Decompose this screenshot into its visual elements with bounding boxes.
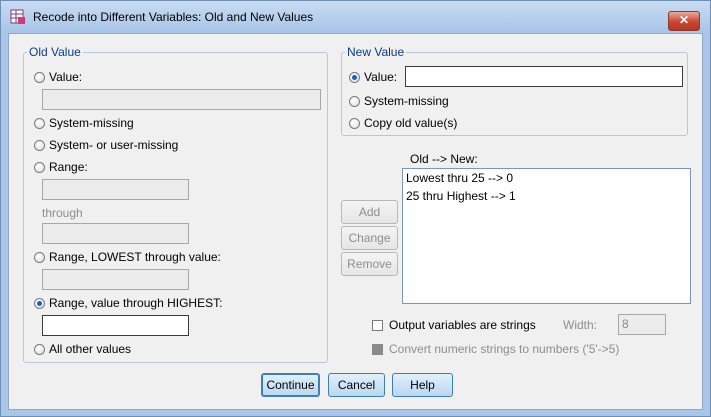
old-new-list[interactable]: Lowest thru 25 --> 0 25 thru Highest -->… — [402, 168, 691, 304]
old-system-missing-option[interactable]: System-missing — [34, 115, 134, 131]
range-highest-input[interactable] — [42, 315, 189, 336]
new-value-legend: New Value — [345, 45, 407, 59]
old-value-group: Old Value Value: System-missing System- … — [23, 45, 328, 363]
output-strings-option[interactable]: Output variables are strings — [372, 317, 536, 333]
old-all-other-radio[interactable] — [34, 343, 45, 355]
old-value-option[interactable]: Value: — [34, 69, 82, 85]
old-range-option[interactable]: Range: — [34, 159, 88, 175]
output-strings-checkbox[interactable] — [372, 319, 383, 331]
list-item[interactable]: Lowest thru 25 --> 0 — [403, 169, 690, 187]
range-highest-input-value — [43, 318, 46, 332]
old-range-highest-option[interactable]: Range, value through HIGHEST: — [34, 295, 222, 311]
width-input-value: 8 — [622, 317, 629, 331]
convert-numeric-label: Convert numeric strings to numbers ('5'-… — [389, 342, 620, 356]
new-value-label: Value: — [364, 70, 398, 84]
old-range-lowest-radio[interactable] — [34, 251, 45, 263]
old-system-missing-label: System-missing — [49, 116, 134, 130]
old-range-highest-label: Range, value through HIGHEST: — [49, 296, 223, 310]
new-copy-old-label: Copy old value(s) — [364, 116, 458, 130]
old-value-radio[interactable] — [34, 71, 45, 83]
range-to-input[interactable] — [42, 223, 189, 244]
change-button[interactable]: Change — [341, 226, 398, 250]
old-all-other-label: All other values — [49, 342, 132, 356]
dialog-title: Recode into Different Variables: Old and… — [33, 10, 314, 24]
help-button[interactable]: Help — [392, 373, 453, 397]
old-range-label: Range: — [49, 160, 88, 174]
old-all-other-option[interactable]: All other values — [34, 341, 131, 357]
convert-numeric-checkbox[interactable] — [372, 343, 383, 355]
new-system-missing-label: System-missing — [364, 94, 449, 108]
width-input[interactable]: 8 — [618, 314, 666, 335]
old-system-user-missing-radio[interactable] — [34, 139, 45, 151]
old-range-highest-radio[interactable] — [34, 297, 45, 309]
new-value-radio[interactable] — [349, 71, 360, 83]
new-system-missing-option[interactable]: System-missing — [349, 93, 449, 109]
old-new-label: Old --> New: — [410, 152, 478, 166]
old-value-legend: Old Value — [27, 45, 83, 59]
add-button[interactable]: Add — [341, 200, 398, 224]
old-range-lowest-label: Range, LOWEST through value: — [49, 250, 221, 264]
width-label: Width: — [563, 318, 598, 332]
old-range-radio[interactable] — [34, 161, 45, 173]
range-lowest-input[interactable] — [42, 269, 189, 290]
cancel-button[interactable]: Cancel — [328, 373, 385, 397]
old-system-user-missing-option[interactable]: System- or user-missing — [34, 137, 178, 153]
dialog-window: Recode into Different Variables: Old and… — [0, 0, 711, 417]
remove-button[interactable]: Remove — [341, 252, 398, 276]
old-value-input[interactable] — [42, 89, 321, 110]
old-system-user-missing-label: System- or user-missing — [49, 138, 179, 152]
dialog-body: Old Value Value: System-missing System- … — [8, 33, 703, 410]
new-value-input-text — [406, 69, 409, 83]
new-copy-old-radio[interactable] — [349, 117, 360, 129]
title-bar[interactable]: Recode into Different Variables: Old and… — [1, 1, 710, 31]
recode-table-icon — [10, 9, 25, 24]
continue-button[interactable]: Continue — [261, 373, 320, 397]
list-item[interactable]: 25 thru Highest --> 1 — [403, 187, 690, 205]
old-value-label: Value: — [49, 70, 83, 84]
convert-numeric-option[interactable]: Convert numeric strings to numbers ('5'-… — [372, 341, 619, 357]
new-value-input[interactable] — [405, 66, 683, 87]
output-strings-label: Output variables are strings — [389, 318, 536, 332]
through-label: through — [42, 206, 83, 220]
new-value-group: New Value Value: System-missing Copy old… — [341, 45, 688, 136]
old-range-lowest-option[interactable]: Range, LOWEST through value: — [34, 249, 221, 265]
close-icon: ✕ — [678, 13, 690, 27]
new-system-missing-radio[interactable] — [349, 95, 360, 107]
close-button[interactable]: ✕ — [668, 11, 700, 31]
new-copy-old-option[interactable]: Copy old value(s) — [349, 115, 457, 131]
new-value-option[interactable]: Value: — [349, 69, 397, 85]
old-system-missing-radio[interactable] — [34, 117, 45, 129]
range-from-input[interactable] — [42, 179, 189, 200]
